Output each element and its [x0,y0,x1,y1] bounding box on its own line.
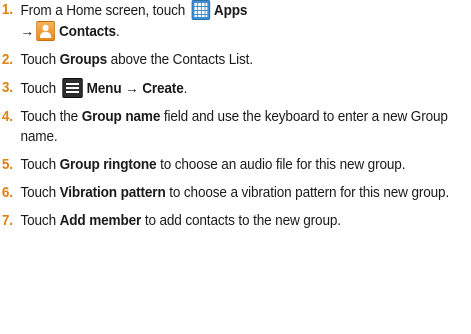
arrow-icon: → [20,24,34,40]
step-text: Touch [20,157,60,173]
step-text: Touch [20,52,60,68]
contacts-person-icon [36,21,56,41]
step-text: to choose an audio file for this new gro… [156,157,406,173]
step-text: to add contacts to the new group. [141,213,341,229]
step-text: to choose a vibration pattern for this n… [165,185,450,201]
step-number: 7. [1,213,13,229]
step-7: 7. Touch Add member to add contacts to t… [0,211,471,231]
step-text-end: . [115,24,120,40]
step-text: above the Contacts List. [107,52,253,68]
step-number: 3. [1,80,13,96]
step-2: 2. Touch Groups above the Contacts List. [0,50,471,70]
step-text: From a Home screen, touch [20,3,189,19]
create-label: Create [142,81,184,97]
step-text: Touch the [20,109,82,125]
contacts-label: Contacts [59,24,116,40]
step-1-continuation: → Contacts. [20,21,471,42]
step-5: 5. Touch Group ringtone to choose an aud… [0,155,471,175]
group-ringtone-label: Group ringtone [59,157,157,173]
step-number: 5. [1,157,13,173]
step-number: 4. [1,109,13,125]
apps-grid-icon [191,0,211,20]
vibration-pattern-label: Vibration pattern [59,185,166,201]
instruction-steps: 1. From a Home screen, touch Apps → Conta… [0,0,471,239]
apps-label: Apps [213,3,248,19]
add-member-label: Add member [59,213,142,229]
group-name-label: Group name [81,109,161,125]
step-number: 1. [1,2,13,18]
arrow-icon: → [125,81,139,97]
step-number: 2. [1,52,13,68]
step-text: Touch [20,213,60,229]
step-3: 3. Touch Menu → Create. [0,78,471,99]
step-text: Touch [20,81,60,97]
step-1: 1. From a Home screen, touch Apps → Conta… [0,0,471,42]
step-4: 4. Touch the Group name field and use th… [0,107,471,147]
step-6: 6. Touch Vibration pattern to choose a v… [0,183,471,203]
step-text-end: . [183,81,188,97]
menu-icon [62,78,83,98]
step-text: Touch [20,185,60,201]
groups-label: Groups [59,52,108,68]
menu-label: Menu [86,81,122,97]
step-number: 6. [1,185,13,201]
